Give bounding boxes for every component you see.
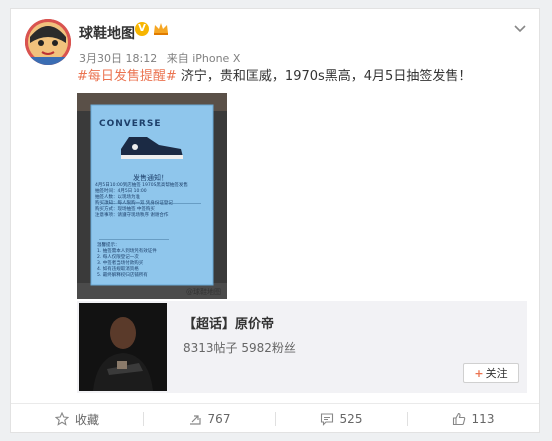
post-image[interactable]: CONVERSE 发售通知！ 4月5日10:00到店抽签 1970S黑高帮抽签发… [77, 93, 227, 299]
avatar[interactable] [25, 19, 71, 65]
supertopic-thumbnail [79, 303, 167, 391]
follow-label: 关注 [485, 367, 508, 380]
username[interactable]: 球鞋地图 [79, 23, 135, 43]
comment-button[interactable]: 525 [275, 404, 407, 434]
action-bar: 收藏 767 525 113 [11, 403, 539, 434]
topic-link[interactable]: #每日发售提醒# [77, 69, 177, 84]
thumbs-up-icon [452, 412, 465, 426]
star-icon [54, 412, 69, 426]
post-date[interactable]: 3月30日 18:12 [79, 52, 157, 65]
notice-headline: 发售通知！ [133, 174, 168, 182]
like-button[interactable]: 113 [407, 404, 539, 434]
crown-icon [154, 23, 168, 35]
supertopic-title[interactable]: 【超话】原价帝 [183, 313, 274, 332]
post-body: 济宁，贵和匡威，1970s黑高，4月5日抽签发售！ [176, 69, 472, 84]
notice-notes: 温馨提示： 1. 抽签需本人到场凭有效证件 2. 每人仅限登记一次 3. 中签者… [97, 243, 207, 279]
chevron-down-icon[interactable] [513, 21, 527, 35]
repost-icon [189, 415, 201, 425]
notice-lines: 4月5日10:00到店抽签 1970S黑高帮抽签发售 抽签时间：4月5日 10:… [95, 183, 211, 219]
favorite-button[interactable]: 收藏 [11, 404, 143, 434]
repost-button[interactable]: 767 [143, 404, 275, 434]
image-watermark: @球鞋地图 [186, 288, 221, 296]
supertopic-stats: 8313帖子 5982粉丝 [183, 341, 296, 355]
notice-note: 5. 最终解释权归店铺所有 [97, 273, 148, 278]
post-meta: 3月30日 18:12 来自 iPhone X [79, 50, 246, 66]
repost-count: 767 [207, 412, 231, 426]
plus-icon: + [474, 367, 484, 380]
follow-button[interactable]: + 关注 [463, 363, 519, 383]
comment-count: 525 [339, 412, 363, 426]
verified-v-icon: V [135, 22, 149, 36]
like-count: 113 [471, 412, 495, 426]
notice-brand: CONVERSE [99, 119, 162, 129]
post-source: 来自 iPhone X [166, 52, 241, 65]
notice-line: 注意事项：请遵守现场秩序 谢谢合作 [95, 213, 169, 218]
post-text: #每日发售提醒# 济宁，贵和匡威，1970s黑高，4月5日抽签发售！ [77, 68, 527, 86]
supertopic-card[interactable]: 【超话】原价帝 8313帖子 5982粉丝 + 关注 [77, 301, 527, 393]
favorite-label: 收藏 [74, 412, 99, 427]
weibo-post-card: 球鞋地图 V 3月30日 18:12 来自 iPhone X #每日发售提醒# … [10, 8, 540, 433]
comment-icon [320, 413, 333, 426]
